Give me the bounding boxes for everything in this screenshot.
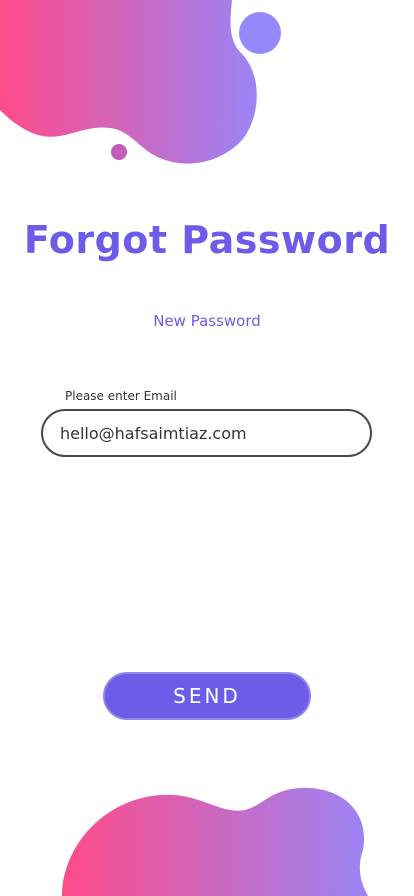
decorative-dot-small	[111, 144, 127, 160]
decorative-blob-bottom	[62, 787, 368, 896]
decorative-dot-large	[239, 12, 281, 54]
email-field[interactable]	[41, 409, 372, 457]
decorative-blob-top	[0, 0, 281, 164]
email-label: Please enter Email	[65, 389, 177, 403]
send-button[interactable]: SEND	[103, 672, 311, 720]
page-subtitle: New Password	[153, 312, 261, 330]
page-title: Forgot Password	[23, 218, 391, 262]
